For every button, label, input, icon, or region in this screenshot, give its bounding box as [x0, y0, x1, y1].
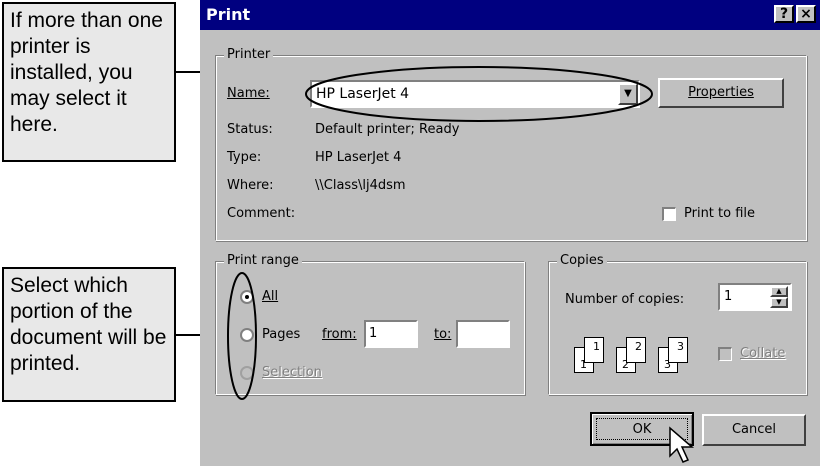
collate-label: Collate: [740, 346, 786, 361]
to-label: to:: [434, 327, 452, 342]
from-label: from:: [322, 327, 357, 342]
page-number: 3: [677, 340, 684, 353]
ok-label: OK: [596, 418, 688, 440]
cancel-button[interactable]: Cancel: [702, 414, 806, 446]
number-of-copies-label: Number of copies:: [565, 292, 685, 307]
properties-label: Properties: [688, 85, 754, 100]
all-label: All: [262, 289, 279, 304]
collate-checkbox[interactable]: [718, 347, 732, 361]
comment-label: Comment:: [227, 206, 296, 221]
printer-name-value: HP LaserJet 4: [316, 86, 410, 102]
status-value: Default printer; Ready: [315, 122, 460, 137]
name-label: Name:: [227, 86, 270, 101]
copies-group-label: Copies: [557, 253, 607, 268]
printer-callout: If more than one printer is installed, y…: [2, 2, 176, 162]
page-number: 2: [635, 340, 642, 353]
spin-up-icon[interactable]: ▲: [770, 286, 788, 297]
print-dialog: Print ? × Printer Name: HP LaserJet 4 ▼ …: [200, 0, 820, 466]
selection-label: Selection: [262, 365, 322, 380]
chevron-down-icon[interactable]: ▼: [618, 83, 638, 105]
print-range-callout: Select which portion of the document wil…: [2, 267, 176, 402]
printer-group-label: Printer: [224, 47, 274, 62]
copies-group: Copies: [548, 253, 807, 395]
selection-radio[interactable]: [240, 366, 254, 380]
page-number: 1: [593, 340, 600, 353]
title-bar: Print ? ×: [200, 0, 820, 30]
where-label: Where:: [227, 178, 274, 193]
pages-radio[interactable]: [240, 328, 254, 342]
print-range-group-label: Print range: [224, 253, 302, 268]
copies-value: 1: [724, 289, 733, 304]
copies-input[interactable]: 1 ▲ ▼: [718, 283, 792, 311]
status-label: Status:: [227, 122, 273, 137]
help-button[interactable]: ?: [774, 5, 794, 23]
ok-button[interactable]: OK: [590, 412, 694, 446]
print-to-file-label: Print to file: [684, 206, 756, 221]
spin-down-icon[interactable]: ▼: [770, 297, 788, 308]
from-input[interactable]: 1: [364, 320, 418, 348]
pages-label: Pages: [262, 327, 301, 342]
close-button[interactable]: ×: [796, 5, 816, 23]
from-value: 1: [369, 326, 378, 341]
where-value: \\Class\lj4dsm: [315, 178, 406, 193]
print-to-file-checkbox[interactable]: [662, 207, 676, 221]
to-input[interactable]: [456, 320, 510, 348]
properties-button[interactable]: Properties: [658, 78, 784, 108]
all-radio[interactable]: [240, 290, 254, 304]
dialog-title: Print: [206, 5, 251, 24]
type-label: Type:: [227, 150, 262, 165]
type-value: HP LaserJet 4: [315, 150, 402, 165]
printer-name-select[interactable]: HP LaserJet 4 ▼: [310, 80, 640, 108]
